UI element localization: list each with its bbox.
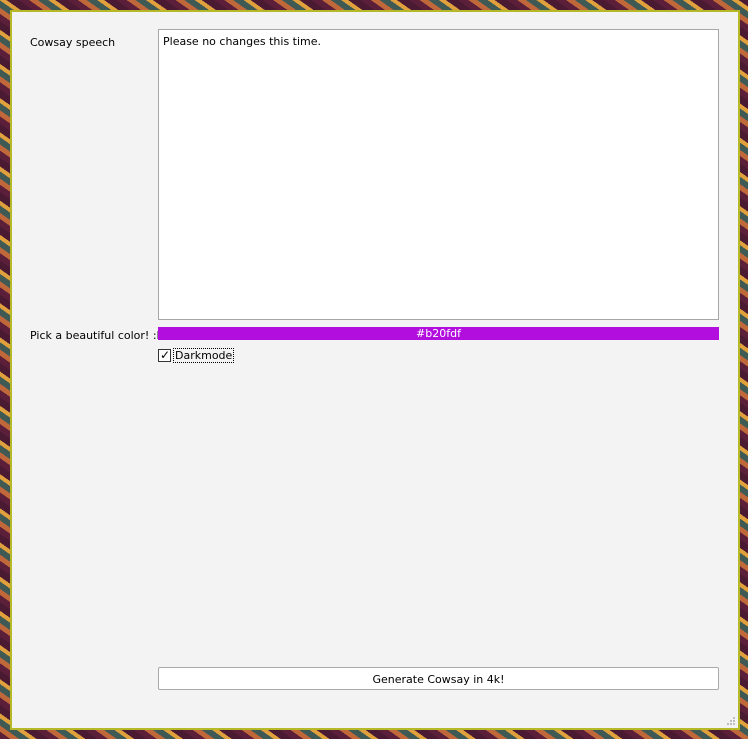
speech-label: Cowsay speech: [30, 36, 116, 49]
checkmark-icon: ✓: [160, 347, 171, 362]
darkmode-label[interactable]: Darkmode: [173, 347, 235, 363]
resize-grip-icon[interactable]: [726, 716, 736, 726]
generate-button[interactable]: Generate Cowsay in 4k!: [158, 667, 719, 690]
speech-textarea[interactable]: Please no changes this time.: [158, 29, 719, 320]
darkmode-checkbox-row[interactable]: ✓ Darkmode: [158, 347, 235, 363]
darkmode-checkbox[interactable]: ✓: [158, 347, 171, 362]
color-picker-button[interactable]: #b20fdf: [158, 327, 719, 340]
color-label: Pick a beautiful color! :D: [30, 329, 165, 342]
app-window: Cowsay speech Please no changes this tim…: [10, 10, 740, 730]
